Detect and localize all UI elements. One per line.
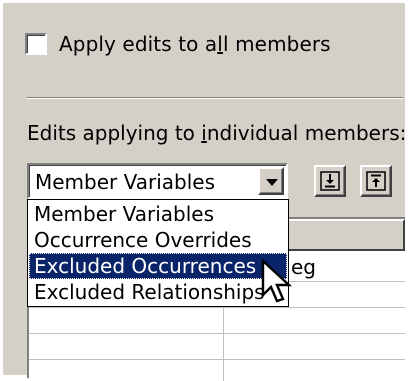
option-excluded-relationships[interactable]: Excluded Relationships (29, 279, 287, 305)
apply-all-label[interactable]: Apply edits to all members (59, 32, 331, 56)
option-excluded-occurrences[interactable]: Excluded Occurrences (29, 253, 287, 279)
option-occurrence-overrides[interactable]: Occurrence Overrides (29, 227, 287, 253)
apply-all-checkbox[interactable] (25, 33, 47, 55)
edits-section-label: Edits applying to individual members: (27, 121, 407, 145)
separator (27, 97, 403, 99)
combobox-value: Member Variables (35, 170, 216, 194)
combobox-dropdown-button[interactable] (258, 167, 284, 195)
grid-row-line (29, 359, 405, 360)
edit-type-combobox[interactable]: Member Variables (27, 163, 288, 199)
import-button[interactable] (314, 165, 346, 197)
grid-cell-value[interactable]: eg (291, 255, 316, 279)
import-arrow-icon (320, 171, 340, 191)
combobox-dropdown-list[interactable]: Member Variables Occurrence Overrides Ex… (27, 199, 289, 307)
export-arrow-icon (366, 171, 386, 191)
grid-row-line (29, 307, 405, 308)
mouse-pointer-icon (261, 259, 293, 303)
properties-panel: Apply edits to all members Edits applyin… (0, 0, 407, 381)
chevron-down-icon (266, 179, 278, 186)
grid-row-line (29, 333, 405, 334)
option-member-variables[interactable]: Member Variables (29, 201, 287, 227)
export-button[interactable] (360, 165, 392, 197)
